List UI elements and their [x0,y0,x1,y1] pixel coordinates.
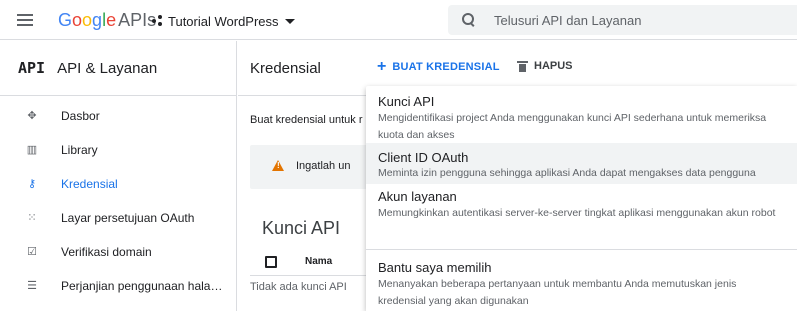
sidebar-item-label: Dasbor [61,109,100,123]
menu-item-title: Kunci API [378,94,435,109]
api-logo: API [18,59,46,77]
menu-item-oauth-client-id[interactable]: Client ID OAuth Meminta izin pengguna se… [366,143,797,184]
brand-google: Google [58,10,117,30]
intro-text: Buat kredensial untuk r [250,114,363,126]
select-all-checkbox[interactable] [265,256,277,268]
create-credentials-label: BUAT KREDENSIAL [392,61,500,73]
menu-icon[interactable] [17,14,33,26]
warning-text: Ingatlah un [296,160,351,172]
menu-item-service-account[interactable]: Akun layanan Memungkinkan autentikasi se… [366,184,797,248]
key-icon: ⚷ [27,178,37,190]
settings-list-icon: ☰ [27,280,37,292]
empty-table-message: Tidak ada kunci API [250,281,347,293]
sidebar-item-label: Kredensial [61,177,118,191]
dashboard-icon: ✥ [27,110,37,122]
project-dots-icon [152,15,164,27]
create-credentials-menu: Kunci API Mengidentifikasi project Anda … [366,86,797,311]
menu-item-api-key[interactable]: Kunci API Mengidentifikasi project Anda … [366,86,797,143]
delete-button[interactable]: HAPUS [517,60,573,72]
sidebar-title: API & Layanan [57,59,158,77]
chevron-down-icon [284,18,295,24]
domain-verification-icon: ☑ [27,246,37,258]
sidebar-item-dasbor[interactable]: ✥ Dasbor [0,101,236,131]
consent-screen-icon: ⁙ [27,212,37,224]
menu-item-description: Memungkinkan autentikasi server-ke-serve… [378,207,776,219]
library-icon: ▥ [26,144,38,156]
menu-item-description: Mengidentifikasi project Anda menggunaka… [378,112,767,141]
sidebar-header: API API & Layanan [0,41,236,96]
project-name: Tutorial WordPress [168,13,279,29]
sidebar-item-label: Verifikasi domain [61,245,152,259]
sidebar-item-oauth-consent[interactable]: ⁙ Layar persetujuan OAuth [0,203,236,233]
sidebar-item-page-usage[interactable]: ☰ Perjanjian penggunaan hala… [0,271,236,301]
google-apis-logo[interactable]: Google APIs [58,10,156,30]
menu-item-title: Client ID OAuth [378,150,469,165]
warning-icon [272,160,284,171]
sidebar-item-kredensial[interactable]: ⚷ Kredensial [0,169,236,199]
sidebar-item-label: Layar persetujuan OAuth [61,211,195,225]
page-title: Kredensial [250,59,321,77]
project-selector[interactable]: Tutorial WordPress [152,12,295,30]
search-icon[interactable] [462,13,476,27]
plus-icon: + [377,58,387,75]
sidebar-item-label: Library [61,143,98,157]
menu-item-title: Bantu saya memilih [378,260,492,275]
menu-item-description: Menanyakan beberapa pertanyaan untuk mem… [378,278,737,307]
brand-apis: APIs [118,10,157,30]
top-bar: Google APIs Tutorial WordPress [0,0,797,40]
sidebar-item-label: Perjanjian penggunaan hala… [61,279,223,293]
search-bar[interactable] [448,5,797,35]
create-credentials-button[interactable]: + BUAT KREDENSIAL [377,58,500,75]
search-input[interactable] [494,12,774,28]
sidebar-item-library[interactable]: ▥ Library [0,135,236,165]
trash-icon [517,60,528,72]
api-keys-heading: Kunci API [262,218,341,238]
column-header-name[interactable]: Nama [305,256,332,267]
sidebar-item-domain-verification[interactable]: ☑ Verifikasi domain [0,237,236,267]
delete-label: HAPUS [534,60,573,72]
menu-item-description: Meminta izin pengguna sehingga aplikasi … [378,167,756,179]
menu-item-title: Akun layanan [378,189,457,204]
menu-item-help-me-choose[interactable]: Bantu saya memilih Menanyakan beberapa p… [366,250,797,311]
